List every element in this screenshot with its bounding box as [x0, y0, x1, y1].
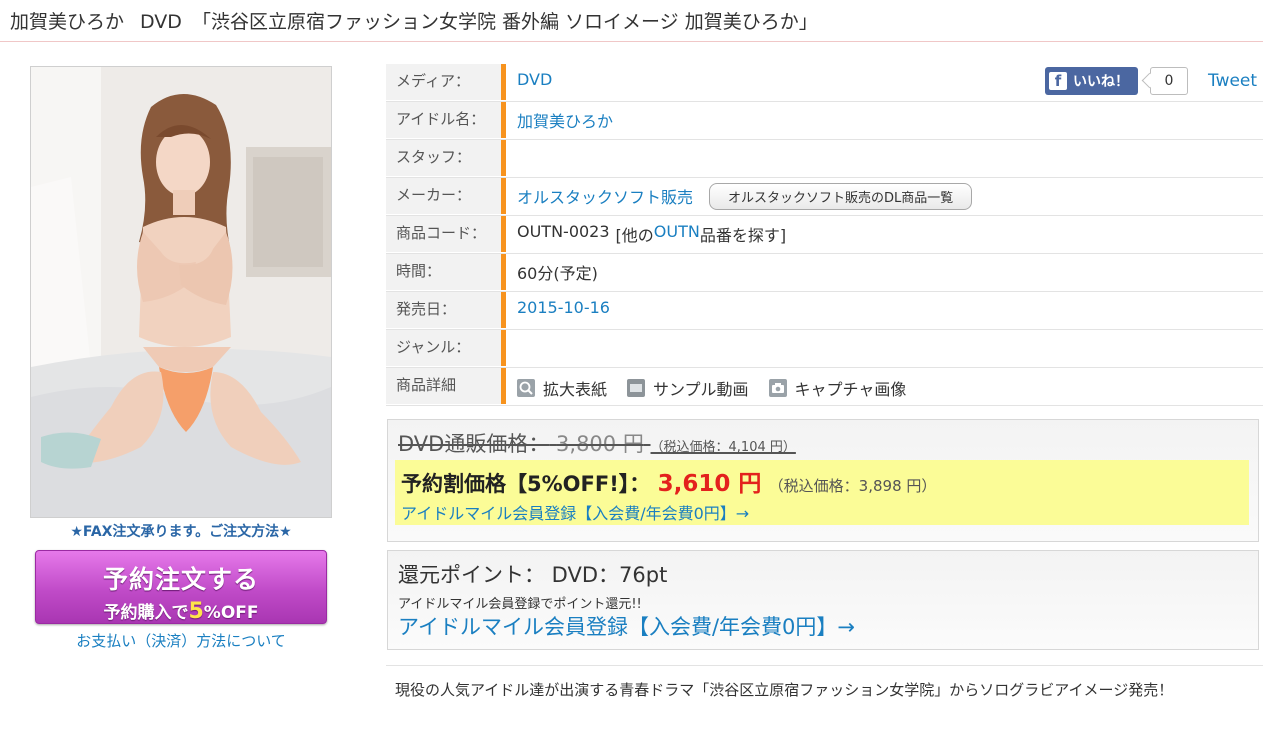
runtime-value: 60分(予定): [517, 264, 598, 283]
sale-price-label: 予約割価格【5%OFF!】：: [401, 472, 651, 496]
sample-video-button[interactable]: サンプル動画: [627, 376, 749, 400]
regular-price-label: DVD通販価格：: [398, 432, 550, 456]
regular-price: DVD通販価格： 3,800 円 （税込価格：4,104 円）: [398, 428, 796, 458]
video-icon: [627, 379, 646, 397]
spec-row-release: 発売日： 2015-10-16: [386, 292, 1263, 330]
cover-image[interactable]: [30, 66, 332, 518]
spec-row-code: 商品コード： OUTN-0023 [他の OUTN 品番を探す]: [386, 216, 1263, 254]
maker-dl-list-button[interactable]: オルスタックソフト販売のDL商品一覧: [709, 183, 973, 210]
idol-name-link[interactable]: 加賀美ひろか: [517, 108, 613, 132]
capture-images-label: キャプチャ画像: [794, 380, 907, 399]
product-spec-table: メディア： DVD アイドル名： 加賀美ひろか スタッフ： メーカー： オルスタ…: [386, 64, 1263, 406]
member-signup-link[interactable]: アイドルマイル会員登録【入会費/年会費0円】→: [401, 500, 749, 524]
camera-icon: [768, 379, 787, 397]
staff-value: [506, 140, 517, 177]
sale-price-amount: 3,610 円: [657, 471, 762, 497]
spec-label: 商品コード：: [386, 216, 506, 252]
fax-order-note[interactable]: ★FAX注文承ります。ご注文方法★: [30, 521, 332, 541]
title-idol-name: 加賀美ひろか: [10, 11, 125, 33]
spec-row-time: 時間： 60分(予定): [386, 254, 1263, 292]
maker-link[interactable]: オルスタックソフト販売: [517, 184, 693, 208]
points-box: 還元ポイント： DVD：76pt アイドルマイル会員登録でポイント還元!! アイ…: [387, 550, 1259, 650]
member-signup-link-large[interactable]: アイドルマイル会員登録【入会費/年会費0円】→: [398, 611, 855, 641]
spec-row-media: メディア： DVD: [386, 64, 1263, 102]
regular-price-amount: 3,800 円: [556, 432, 644, 456]
spec-label: メディア：: [386, 64, 506, 100]
regular-price-tax: （税込価格：4,104 円）: [650, 440, 796, 455]
release-date-link[interactable]: 2015-10-16: [517, 298, 610, 317]
cover-photo: [31, 67, 331, 517]
preorder-discount-number: 5: [188, 599, 204, 624]
code-series-link[interactable]: OUTN: [654, 222, 700, 241]
sale-price: 予約割価格【5%OFF!】： 3,610 円 （税込価格：3,898 円）: [401, 464, 936, 498]
capture-images-button[interactable]: キャプチャ画像: [768, 376, 907, 400]
reward-points: 還元ポイント： DVD：76pt: [398, 563, 668, 587]
code-search-pre: [他の: [615, 226, 654, 245]
magnifier-icon: [517, 379, 535, 397]
title-product: 「渋谷区立原宿ファッション女学院 番外編 ソロイメージ 加賀美ひろか」: [191, 11, 818, 33]
sample-video-label: サンプル動画: [653, 380, 749, 399]
page-title: 加賀美ひろか DVD 「渋谷区立原宿ファッション女学院 番外編 ソロイメージ 加賀美…: [0, 0, 1263, 42]
zoom-cover-label: 拡大表紙: [543, 380, 608, 399]
spec-label: アイドル名：: [386, 102, 506, 138]
spec-label: ジャンル：: [386, 330, 506, 366]
price-box: DVD通販価格： 3,800 円 （税込価格：4,104 円） 予約割価格【5%…: [387, 419, 1259, 542]
media-link[interactable]: DVD: [517, 70, 552, 89]
sale-price-highlight: 予約割価格【5%OFF!】： 3,610 円 （税込価格：3,898 円） アイ…: [395, 460, 1249, 525]
preorder-discount-pre: 予約購入で: [103, 603, 189, 623]
spec-row-maker: メーカー： オルスタックソフト販売 オルスタックソフト販売のDL商品一覧: [386, 178, 1263, 216]
product-code: OUTN-0023: [517, 222, 610, 241]
points-note: アイドルマイル会員登録でポイント還元!!: [398, 597, 642, 612]
spec-label: 商品詳細: [386, 368, 506, 404]
spec-row-detail: 商品詳細 拡大表紙 サンプル動画 キャプチャ画像: [386, 368, 1263, 406]
sale-price-tax: （税込価格：3,898 円）: [768, 477, 937, 495]
title-media: DVD: [140, 11, 182, 33]
divider: [386, 665, 1263, 666]
preorder-button[interactable]: 予約注文する 予約購入で5%OFF: [35, 550, 327, 624]
zoom-cover-button[interactable]: 拡大表紙: [517, 376, 607, 400]
spec-row-genre: ジャンル：: [386, 330, 1263, 368]
spec-row-staff: スタッフ：: [386, 140, 1263, 178]
product-description: 現役の人気アイドル達が出演する青春ドラマ「渋谷区立原宿ファッション女学院」からソ…: [395, 681, 1174, 699]
spec-label: スタッフ：: [386, 140, 506, 176]
spec-row-idol: アイドル名： 加賀美ひろか: [386, 102, 1263, 140]
preorder-discount-text: 予約購入で5%OFF: [36, 596, 326, 624]
spec-label: メーカー：: [386, 178, 506, 214]
payment-method-link[interactable]: お支払い（決済）方法について: [30, 630, 332, 651]
spec-label: 発売日：: [386, 292, 506, 328]
preorder-button-label: 予約注文する: [102, 565, 259, 594]
code-search-post: 品番を探す]: [699, 226, 787, 245]
genre-value: [506, 330, 517, 367]
spec-label: 時間：: [386, 254, 506, 290]
preorder-discount-post: %OFF: [203, 603, 259, 623]
